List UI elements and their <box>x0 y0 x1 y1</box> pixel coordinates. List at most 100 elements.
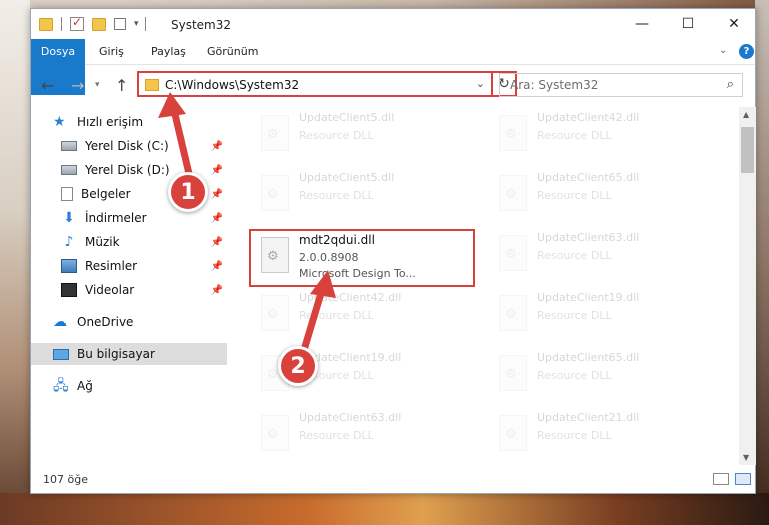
scrollbar-thumb[interactable] <box>741 127 754 173</box>
sidebar-item-videos[interactable]: Videolar 📌 <box>31 279 227 301</box>
dll-file-icon <box>499 295 527 331</box>
toolbar-separator <box>144 17 146 31</box>
sidebar-item-label: Hızlı erişim <box>77 115 144 129</box>
sidebar-item-onedrive[interactable]: ☁ OneDrive <box>31 311 227 333</box>
file-name: UpdateClient19.dll <box>537 291 640 304</box>
documents-icon <box>61 187 73 201</box>
sidebar-item-network[interactable]: 🖧 Ağ <box>31 375 227 397</box>
desktop-background-left <box>0 0 30 525</box>
dll-file-icon <box>499 115 527 151</box>
file-type: Resource DLL <box>537 429 612 442</box>
file-name: UpdateClient65.dll <box>537 171 640 184</box>
file-item[interactable]: UpdateClient63.dll Resource DLL <box>489 227 715 283</box>
dll-file-icon <box>499 175 527 211</box>
folder-icon <box>39 17 53 31</box>
file-type: Resource DLL <box>299 309 374 322</box>
star-icon: ★ <box>53 114 66 130</box>
large-icons-view-icon[interactable] <box>735 473 751 485</box>
computer-icon <box>53 348 69 360</box>
network-icon: 🖧 <box>53 378 69 394</box>
close-button[interactable]: ✕ <box>711 9 757 39</box>
drive-icon <box>61 141 77 151</box>
sidebar-item-local-disk-c[interactable]: Yerel Disk (C:) 📌 <box>31 135 227 157</box>
minimize-button[interactable]: — <box>619 9 665 39</box>
details-view-icon[interactable] <box>713 473 729 485</box>
pin-icon: 📌 <box>210 260 223 272</box>
file-type: Resource DLL <box>537 309 612 322</box>
sidebar-item-music[interactable]: ♪ Müzik 📌 <box>31 231 227 253</box>
file-item[interactable]: UpdateClient42.dll Resource DLL <box>251 287 477 343</box>
pictures-icon <box>61 259 77 273</box>
file-name: UpdateClient63.dll <box>537 231 640 244</box>
vertical-scrollbar[interactable]: ▲ ▼ <box>739 107 756 465</box>
file-item[interactable]: UpdateClient5.dll Resource DLL <box>251 167 477 223</box>
dll-file-icon <box>499 415 527 451</box>
sidebar-item-pictures[interactable]: Resimler 📌 <box>31 255 227 277</box>
scroll-down-icon[interactable]: ▼ <box>743 453 749 462</box>
sidebar-item-label: Yerel Disk (D:) <box>85 163 170 177</box>
tab-view[interactable]: Görünüm <box>195 39 270 65</box>
chevron-down-icon[interactable]: ⌄ <box>476 77 485 90</box>
file-item[interactable]: UpdateClient65.dll Resource DLL <box>489 347 715 403</box>
title-bar: ▾ System32 — ☐ ✕ <box>31 9 755 39</box>
dll-file-icon <box>261 295 289 331</box>
desktop-background-right <box>755 0 769 525</box>
file-item[interactable]: UpdateClient65.dll Resource DLL <box>489 167 715 223</box>
chevron-down-icon[interactable]: ▾ <box>134 19 139 29</box>
sidebar-item-this-pc[interactable]: Bu bilgisayar <box>31 343 227 365</box>
sidebar-item-label: Bu bilgisayar <box>77 347 155 361</box>
scroll-up-icon[interactable]: ▲ <box>743 110 749 119</box>
step-2-badge: 2 <box>278 346 318 386</box>
sidebar-item-label: Ağ <box>77 379 93 393</box>
search-input[interactable]: Ara: System32 ⌕ <box>499 73 743 97</box>
status-bar: 107 öğe <box>31 467 755 493</box>
address-path[interactable]: C:\Windows\System32 <box>165 78 299 92</box>
music-icon: ♪ <box>64 234 74 250</box>
videos-icon <box>61 283 77 297</box>
window-title: System32 <box>171 18 232 32</box>
file-item[interactable]: UpdateClient63.dll Resource DLL <box>251 407 477 463</box>
tab-share[interactable]: Paylaş <box>139 39 198 65</box>
file-item[interactable]: UpdateClient42.dll Resource DLL <box>489 107 715 163</box>
forward-arrow-icon[interactable]: → <box>71 76 84 95</box>
file-item[interactable]: UpdateClient19.dll Resource DLL <box>489 287 715 343</box>
file-type: Resource DLL <box>299 129 374 142</box>
up-arrow-icon[interactable]: ↑ <box>115 76 128 95</box>
selected-file-highlight <box>249 229 475 287</box>
file-type: Resource DLL <box>537 129 612 142</box>
back-arrow-icon[interactable]: ← <box>41 76 54 95</box>
dll-file-icon <box>499 235 527 271</box>
new-folder-icon[interactable] <box>92 17 106 31</box>
file-name: UpdateClient63.dll <box>299 411 402 424</box>
expand-ribbon-icon[interactable]: ⌄ <box>719 45 727 56</box>
file-type: Resource DLL <box>537 189 612 202</box>
sidebar-item-downloads[interactable]: ⬇ İndirmeler 📌 <box>31 207 227 229</box>
quick-access-toolbar: ▾ <box>39 15 154 31</box>
file-name: UpdateClient5.dll <box>299 171 395 184</box>
sidebar-item-quick-access[interactable]: ★ Hızlı erişim <box>31 111 227 133</box>
tab-home[interactable]: Giriş <box>87 39 136 65</box>
file-type: Resource DLL <box>537 249 612 262</box>
file-item[interactable]: UpdateClient21.dll Resource DLL <box>489 407 715 463</box>
toolbar-separator <box>61 17 62 31</box>
item-count: 107 öğe <box>43 473 88 486</box>
file-name: UpdateClient42.dll <box>537 111 640 124</box>
pin-icon: 📌 <box>210 164 223 176</box>
address-bar[interactable]: C:\Windows\System32 ⌄ <box>137 71 493 97</box>
properties-icon[interactable] <box>70 15 84 31</box>
search-icon: ⌕ <box>726 77 734 92</box>
cloud-icon: ☁ <box>53 314 67 330</box>
help-icon[interactable]: ? <box>739 44 754 59</box>
sidebar-item-label: Videolar <box>85 283 135 297</box>
recent-locations-chevron-icon[interactable]: ▾ <box>95 80 100 90</box>
file-name: UpdateClient5.dll <box>299 111 395 124</box>
maximize-button[interactable]: ☐ <box>665 9 711 39</box>
file-type: Resource DLL <box>299 189 374 202</box>
dll-file-icon <box>261 175 289 211</box>
dll-file-icon <box>499 355 527 391</box>
file-item[interactable]: UpdateClient5.dll Resource DLL <box>251 107 477 163</box>
view-options-icon[interactable] <box>114 18 126 30</box>
file-explorer-window: ▾ System32 — ☐ ✕ Dosya Giriş Paylaş Görü… <box>30 8 756 494</box>
sidebar-item-label: OneDrive <box>77 315 134 329</box>
sidebar-item-label: İndirmeler <box>85 211 147 225</box>
